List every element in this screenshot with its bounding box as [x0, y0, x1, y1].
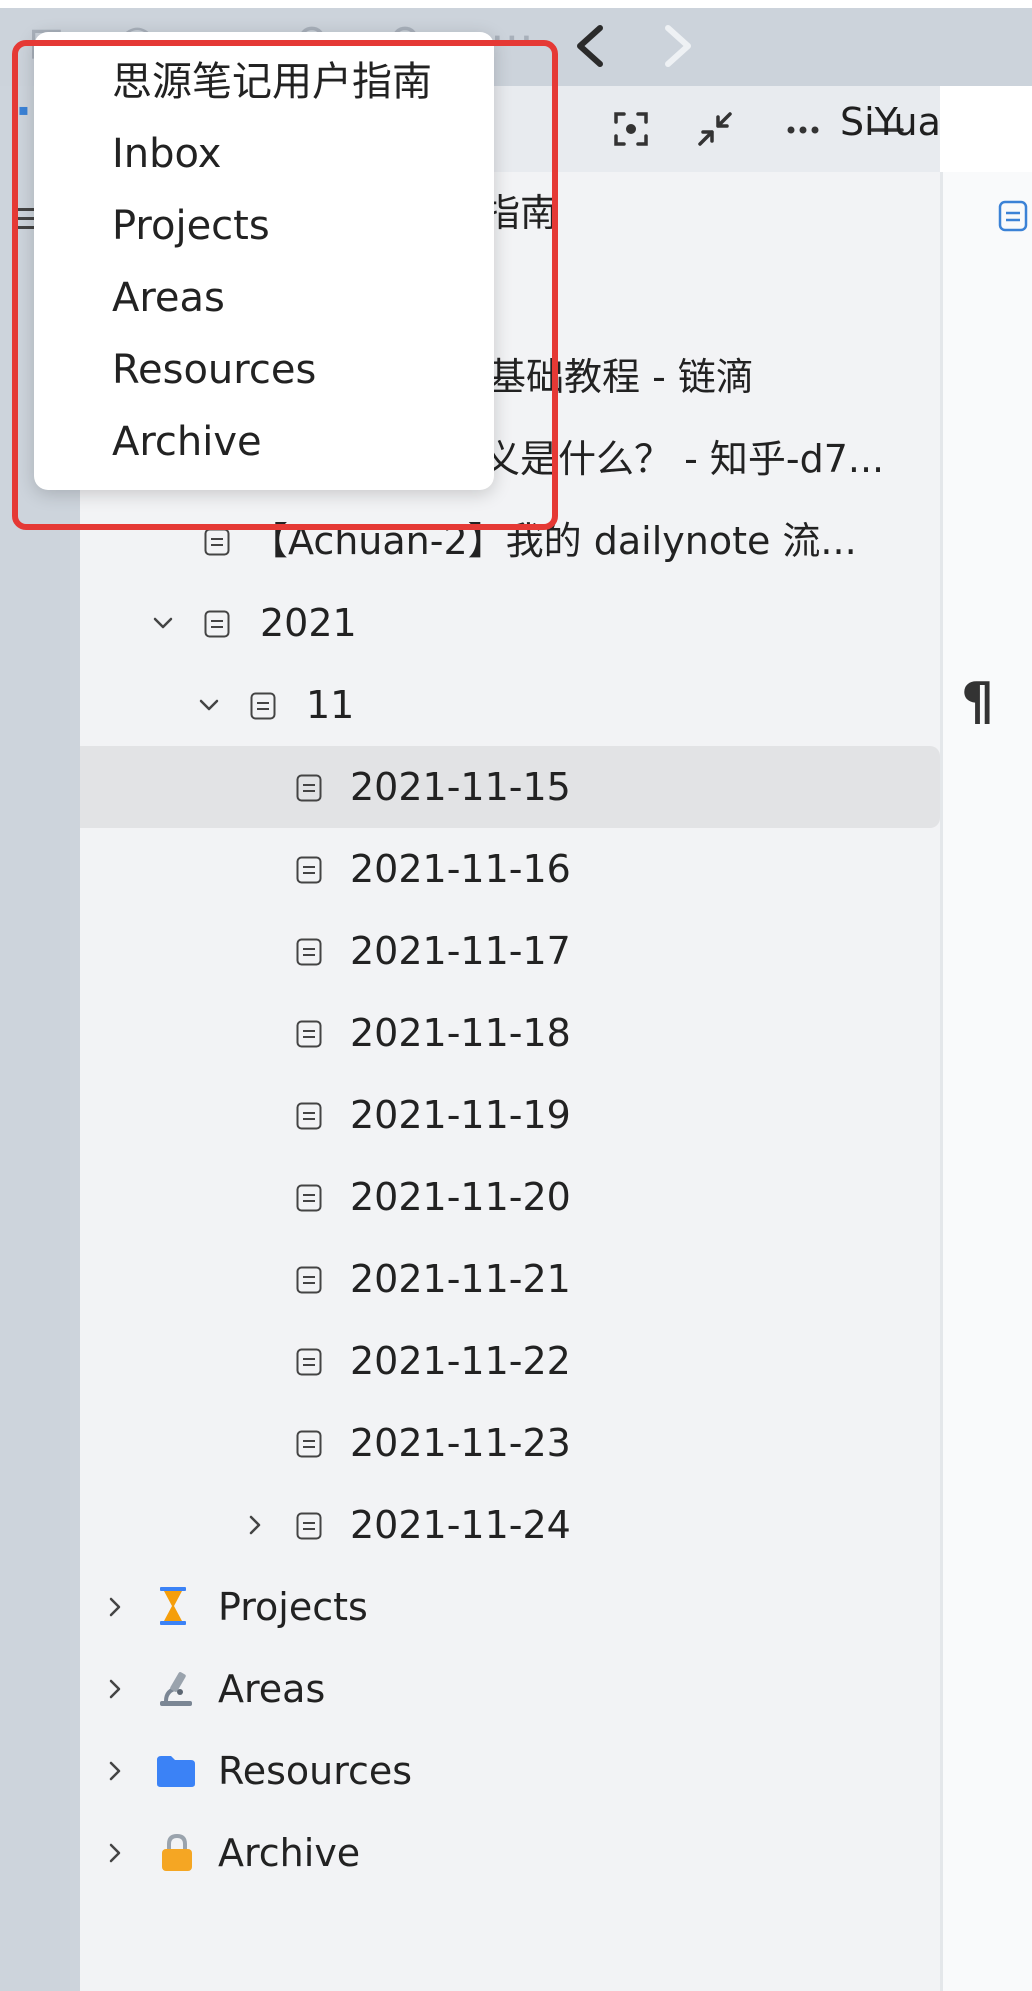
tree-item-date[interactable]: 2021-11-20: [80, 1156, 940, 1238]
notebook-label: Archive: [218, 1831, 361, 1875]
menu-item-label: Resources: [112, 347, 317, 393]
menu-item-projects[interactable]: Projects: [34, 190, 494, 262]
document-icon: [250, 692, 276, 720]
microscope-icon: [160, 1672, 192, 1706]
tree-item-label: 基础教程 - 链滴: [488, 355, 754, 399]
folder-icon: [157, 1756, 195, 1787]
chevron-down-icon[interactable]: [196, 692, 222, 718]
document-icon: [296, 1266, 322, 1294]
document-icon: [296, 938, 322, 966]
notebook-label: Areas: [218, 1667, 326, 1711]
notebook-archive[interactable]: Archive: [80, 1812, 940, 1894]
document-icon: [296, 774, 322, 802]
tree-item-label: 2021-11-23: [350, 1421, 571, 1465]
tree-item-label: 2021-11-19: [350, 1093, 571, 1137]
notebook-dropdown-menu: 思源笔记用户指南 Inbox Projects Areas Resources …: [34, 32, 494, 490]
document-icon: [296, 1430, 322, 1458]
document-icon: [204, 610, 230, 638]
tree-item[interactable]: 【Achuan-2】我的 dailynote 流...: [80, 500, 940, 582]
tree-item-label: 义是什么？ - 知乎-d7...: [482, 437, 885, 481]
notebook-projects[interactable]: Projects: [80, 1566, 940, 1648]
tree-item-label: 2021-11-15: [350, 765, 571, 809]
tree-item-label: 2021-11-16: [350, 847, 571, 891]
menu-item-label: Inbox: [112, 131, 222, 177]
document-icon[interactable]: [998, 200, 1028, 232]
tree-item-date[interactable]: 2021-11-24: [80, 1484, 940, 1566]
menu-item-areas[interactable]: Areas: [34, 262, 494, 334]
tree-item-label: 2021-11-18: [350, 1011, 571, 1055]
document-icon: [296, 1348, 322, 1376]
chevron-right-icon[interactable]: [102, 1840, 128, 1866]
tree-item-label: 2021-11-22: [350, 1339, 571, 1383]
editor-area[interactable]: ¶: [943, 172, 1032, 1991]
window-title: SiYua: [840, 100, 941, 144]
tree-item-label: 2021-11-21: [350, 1257, 571, 1301]
document-icon: [204, 528, 230, 556]
tree-item-11[interactable]: 11: [80, 664, 940, 746]
menu-item-label: Areas: [112, 275, 225, 321]
notebook-label: Resources: [218, 1749, 413, 1793]
menu-item-inbox[interactable]: Inbox: [34, 118, 494, 190]
tree-item-date[interactable]: 2021-11-23: [80, 1402, 940, 1484]
tree-item-date[interactable]: 2021-11-16: [80, 828, 940, 910]
toolbar-more-icon[interactable]: ⋯: [490, 16, 534, 60]
notebook-label: Projects: [218, 1585, 368, 1629]
notebook-areas[interactable]: Areas: [80, 1648, 940, 1730]
tree-item-2021[interactable]: 2021: [80, 582, 940, 664]
file-tree-dock-icon[interactable]: ▪: [18, 100, 32, 119]
tree-item-label: 11: [306, 683, 355, 727]
tree-item-label: 2021-11-17: [350, 929, 571, 973]
document-icon: [296, 856, 322, 884]
tree-item-date[interactable]: 2021-11-18: [80, 992, 940, 1074]
chevron-right-icon[interactable]: [102, 1676, 128, 1702]
menu-item-label: Projects: [112, 203, 270, 249]
chevron-right-icon[interactable]: [242, 1512, 268, 1538]
menu-item-resources[interactable]: Resources: [34, 334, 494, 406]
tree-item-label: 2021: [260, 601, 357, 645]
chevron-right-icon[interactable]: [102, 1594, 128, 1620]
menu-item-label: Archive: [112, 419, 262, 465]
tree-item-label: 【Achuan-2】我的 dailynote 流...: [250, 519, 857, 563]
menu-item-label: 思源笔记用户指南: [112, 59, 432, 105]
tree-item-label: 2021-11-24: [350, 1503, 571, 1547]
tree-item-date-selected[interactable]: 2021-11-15: [80, 746, 940, 828]
document-icon: [296, 1512, 322, 1540]
tree-item-date[interactable]: 2021-11-22: [80, 1320, 940, 1402]
document-icon: [296, 1020, 322, 1048]
menu-item-archive[interactable]: Archive: [34, 406, 494, 478]
more-icon[interactable]: [780, 106, 826, 152]
siyuan-window: ⊞ ○ ▭ ↶ ↷ ⋯ ▪: [0, 0, 1032, 1991]
notebook-resources[interactable]: Resources: [80, 1730, 940, 1812]
chevron-down-icon[interactable]: [150, 610, 176, 636]
tree-item-date[interactable]: 2021-11-21: [80, 1238, 940, 1320]
document-icon: [296, 1184, 322, 1212]
collapse-all-icon[interactable]: [692, 106, 738, 152]
pilcrow-icon[interactable]: ¶: [961, 672, 994, 732]
forward-arrow-icon[interactable]: [656, 22, 700, 70]
lock-icon: [162, 1833, 192, 1871]
menu-item-user-guide[interactable]: 思源笔记用户指南: [34, 46, 494, 118]
document-icon: [296, 1102, 322, 1130]
tree-item-label: 2021-11-20: [350, 1175, 571, 1219]
tree-item-date[interactable]: 2021-11-17: [80, 910, 940, 992]
focus-icon[interactable]: [608, 106, 654, 152]
chevron-right-icon[interactable]: [102, 1758, 128, 1784]
back-arrow-icon[interactable]: [568, 22, 612, 70]
tree-item-date[interactable]: 2021-11-19: [80, 1074, 940, 1156]
hourglass-icon: [160, 1587, 186, 1625]
